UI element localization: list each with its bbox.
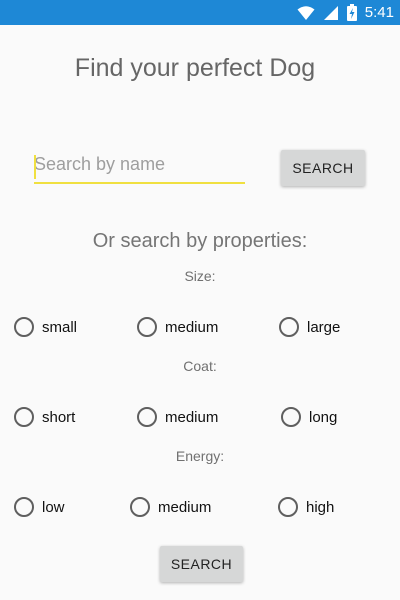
radio-label: large: [307, 318, 341, 336]
coat-label: Coat:: [183, 358, 217, 374]
signal-icon: [323, 5, 338, 20]
radio-circle[interactable]: [130, 497, 150, 517]
properties-heading: Or search by properties:: [92, 230, 308, 252]
size-label: Size:: [184, 268, 216, 284]
radio-circle[interactable]: [137, 317, 157, 337]
radio-size-medium[interactable]: medium: [137, 317, 218, 337]
search-by-properties-button[interactable]: SEARCH: [160, 546, 243, 582]
radio-circle[interactable]: [278, 497, 298, 517]
radio-label: small: [42, 318, 78, 336]
radio-label: medium: [165, 408, 219, 426]
status-time: 5:41: [364, 4, 394, 21]
battery-charging-icon: [346, 4, 357, 21]
radio-energy-high[interactable]: high: [278, 497, 334, 517]
radio-size-large[interactable]: large: [279, 317, 340, 337]
radio-label: long: [309, 408, 338, 426]
radio-label: high: [306, 498, 335, 516]
radio-circle[interactable]: [281, 407, 301, 427]
radio-label: medium: [165, 318, 219, 336]
wifi-icon: [297, 5, 315, 20]
radio-circle[interactable]: [279, 317, 299, 337]
radio-circle[interactable]: [14, 407, 34, 427]
radio-label: medium: [158, 498, 212, 516]
radio-coat-medium[interactable]: medium: [137, 407, 218, 427]
radio-energy-low[interactable]: low: [14, 497, 65, 517]
page-title: Find your perfect Dog: [74, 54, 316, 82]
status-icons: 5:41: [297, 0, 394, 25]
radio-label: short: [42, 408, 76, 426]
radio-energy-medium[interactable]: medium: [130, 497, 211, 517]
radio-circle[interactable]: [14, 317, 34, 337]
radio-coat-short[interactable]: short: [14, 407, 75, 427]
text-cursor: [34, 155, 36, 179]
status-bar: 5:41: [0, 0, 400, 25]
radio-label: low: [42, 498, 65, 516]
radio-coat-long[interactable]: long: [281, 407, 337, 427]
energy-label: Energy:: [175, 448, 225, 464]
radio-circle[interactable]: [14, 497, 34, 517]
radio-size-small[interactable]: small: [14, 317, 77, 337]
radio-circle[interactable]: [137, 407, 157, 427]
search-input[interactable]: [34, 150, 245, 184]
search-button[interactable]: SEARCH: [281, 150, 365, 186]
